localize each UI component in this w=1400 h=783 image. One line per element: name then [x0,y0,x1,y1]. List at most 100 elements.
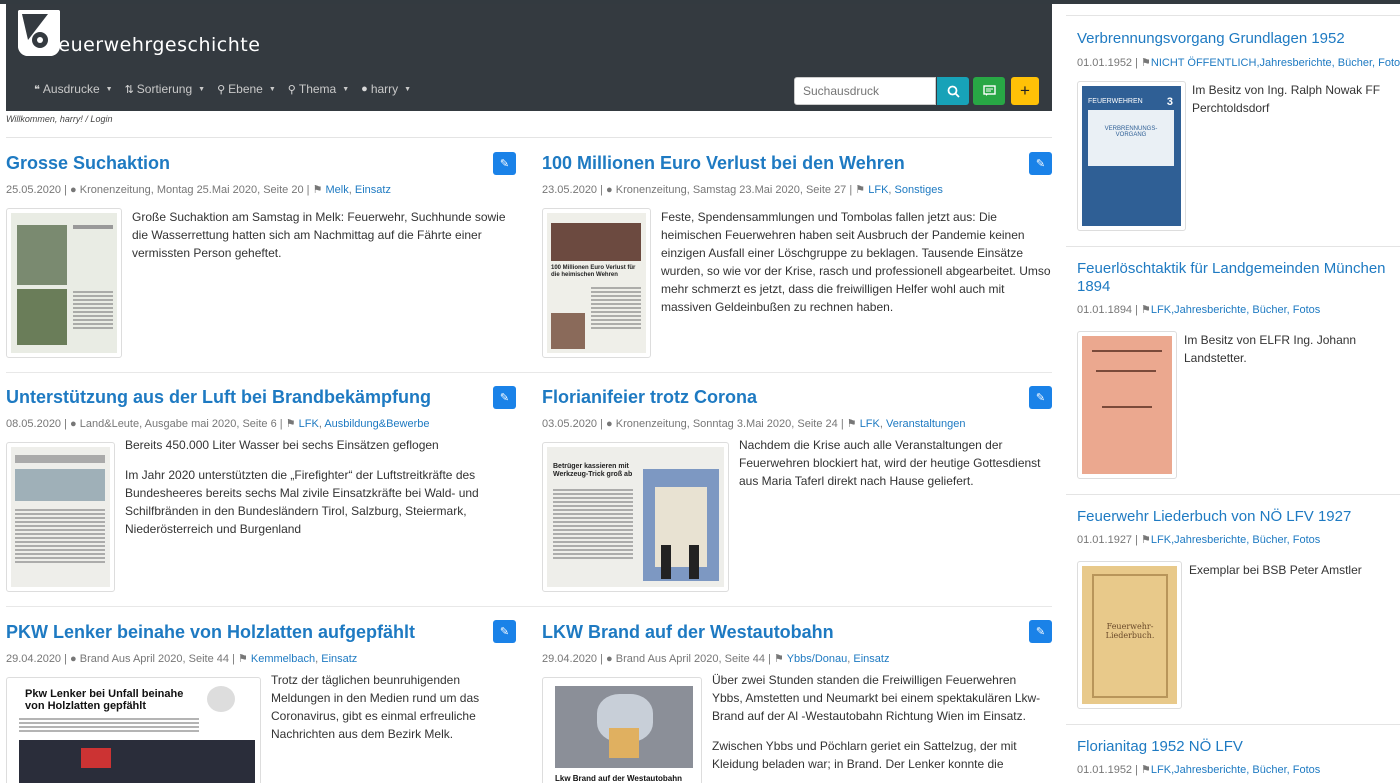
article-card: 100 Millionen Euro Verlust bei den Wehre… [542,153,1052,358]
tag-icon: ⚑ [237,653,248,665]
pencil-icon: ✎ [499,158,510,170]
nav-ebene[interactable]: ⚲ Ebene ▼ [217,82,276,96]
edit-button[interactable]: ✎ [1029,152,1052,175]
sidebar-item-meta: 01.01.1952 | ⚑NICHT ÖFFENTLICH,Jahresber… [1077,56,1400,69]
caret-down-icon: ▼ [198,85,206,93]
article-source: Kronenzeitung, Samstag 23.Mai 2020, Seit… [615,184,847,196]
edit-button[interactable]: ✎ [493,620,516,643]
tag-icon: ⚑ [846,418,857,430]
nav-sortierung[interactable]: ⇅ Sortierung ▼ [125,82,206,96]
article-paragraph: Im Jahr 2020 unterstützten die „Firefigh… [125,468,479,536]
site-logo-text[interactable]: Feuerwehrgeschichte [48,34,260,56]
tag-link[interactable]: Kemmelbach [251,653,315,665]
pencil-icon: ✎ [1035,392,1046,404]
sort-icon: ⇅ [124,83,134,96]
tag-link[interactable]: LFK,Jahresberichte, Bücher, Fotos [1151,534,1320,546]
add-button[interactable]: + [1011,77,1039,105]
thumb-headline: Betrüger kassieren mit Werkzeug-Trick gr… [553,463,633,478]
thumb-headline: Pkw Lenker bei Unfall beinahe von Holzla… [25,688,184,712]
sidebar-item-title[interactable]: Feuerlöschtaktik für Landgemeinden Münch… [1077,260,1393,296]
article-thumbnail[interactable] [6,208,122,358]
article-thumbnail[interactable]: Betrüger kassieren mit Werkzeug-Trick gr… [542,442,729,592]
sidebar-item-thumbnail[interactable]: FEUERWEHREN 3 VERBRENNUNGS-VORGANG [1077,81,1186,231]
search-input[interactable] [794,77,936,105]
article-text: Feste, Spendensammlungen und Tombolas fa… [661,208,1051,358]
article-source: Brand Aus April 2020, Seite 44 [615,653,765,665]
sidebar-item-text: Im Besitz von ELFR Ing. Johann Landstett… [1184,333,1357,365]
tag-icon: ⚑ [1141,764,1151,776]
sidebar-item-title[interactable]: Verbrennungsvorgang Grundlagen 1952 [1077,30,1393,48]
sidebar-item-meta: 01.01.1927 | ⚑LFK,Jahresberichte, Bücher… [1077,534,1321,546]
user-icon: ● [606,418,613,430]
edit-button[interactable]: ✎ [493,386,516,409]
edit-button[interactable]: ✎ [1029,386,1052,409]
article-title[interactable]: PKW Lenker beinahe von Holzlatten aufgep… [6,622,516,643]
sidebar-item-thumbnail[interactable]: Feuerwehr-Liederbuch. [1077,561,1182,709]
nav-label: Sortierung [136,82,193,96]
article-source: Kronenzeitung, Montag 25.Mai 2020, Seite… [79,184,304,196]
pencil-icon: ✎ [499,626,510,638]
search-button[interactable] [937,77,969,105]
sidebar-item-title[interactable]: Feuerwehr Liederbuch von NÖ LFV 1927 [1077,508,1393,526]
sidebar-item-date: 01.01.1894 [1077,304,1133,316]
tag-link[interactable]: LFK,Jahresberichte, Bücher, Fotos [1151,304,1320,316]
article-paragraph: Große Suchaktion am Samstag in Melk: Feu… [132,210,506,260]
tag-link[interactable]: Ausbildung&Bewerbe [324,418,429,430]
tag-link[interactable]: LFK [868,184,888,196]
article-thumbnail[interactable]: 100 Millionen Euro Verlust für die heimi… [542,208,651,358]
article-meta: 29.04.2020 | ● Brand Aus April 2020, Sei… [6,653,358,665]
tag-link[interactable]: Einsatz [355,184,391,196]
user-icon: ● [606,184,613,196]
comment-button[interactable] [973,77,1005,105]
caret-down-icon: ▼ [268,85,276,93]
article-title[interactable]: Unterstützung aus der Luft bei Brandbekä… [6,387,516,408]
article-paragraph: Zwischen Ybbs und Pöchlarn geriet ein Sa… [712,739,1017,771]
tag-link[interactable]: Veranstaltungen [886,418,966,430]
article-card: Florianifeier trotz Corona 03.05.2020 | … [542,387,1052,592]
article-date: 29.04.2020 [542,653,598,665]
tag-icon: ⚑ [773,653,784,665]
nav-user[interactable]: ● harry ▼ [361,82,411,96]
article-meta: 25.05.2020 | ● Kronenzeitung, Montag 25.… [6,184,391,196]
tag-link[interactable]: Einsatz [853,653,889,665]
tag-link[interactable]: LFK [299,418,319,430]
divider [1066,246,1400,247]
edit-button[interactable]: ✎ [493,152,516,175]
cover-text: VERBRENNUNGS-VORGANG [1104,126,1158,138]
sidebar-item-thumbnail[interactable] [1077,331,1177,479]
article-thumbnail[interactable]: Pkw Lenker bei Unfall beinahe von Holzla… [6,677,261,783]
sidebar-item-text: Im Besitz von Ing. Ralph Nowak FF Percht… [1192,83,1381,115]
article-date: 29.04.2020 [6,653,62,665]
nav-label: Thema [298,82,337,96]
article-thumbnail[interactable]: Lkw Brand auf der Westautobahn [542,677,702,783]
article-thumbnail[interactable] [6,442,115,592]
tag-link[interactable]: LFK,Jahresberichte, Bücher, Fotos [1151,764,1320,776]
nav-ausdrucke[interactable]: ❝ Ausdrucke ▼ [34,82,113,96]
divider [6,606,1052,607]
thumb-caption: Lkw Brand auf der Westautobahn [555,774,682,783]
tag-link[interactable]: Sonstiges [895,184,943,196]
article-title[interactable]: LKW Brand auf der Westautobahn [542,622,1052,643]
article-title[interactable]: Florianifeier trotz Corona [542,387,1052,408]
tag-link[interactable]: Ybbs/Donau [787,653,848,665]
cover-text: 3 [1166,96,1173,108]
article-card: Grosse Suchaktion 25.05.2020 | ● Kronenz… [6,153,516,358]
article-paragraph: Feste, Spendensammlungen und Tombolas fa… [661,210,1051,314]
tag-link[interactable]: Einsatz [321,653,357,665]
tag-link[interactable]: LFK [860,418,880,430]
tag-link[interactable]: NICHT ÖFFENTLICH,Jahresberichte, Bücher,… [1151,57,1400,69]
nav-thema[interactable]: ⚲ Thema ▼ [288,82,349,96]
sidebar-item-title[interactable]: Florianitag 1952 NÖ LFV [1077,738,1393,756]
article-title[interactable]: Grosse Suchaktion [6,153,516,174]
article-meta: 08.05.2020 | ● Land&Leute, Ausgabe mai 2… [6,418,430,430]
user-icon: ● [70,418,77,430]
article-title[interactable]: 100 Millionen Euro Verlust bei den Wehre… [542,153,1052,174]
tag-link[interactable]: Melk [326,184,349,196]
article-text: Große Suchaktion am Samstag in Melk: Feu… [132,208,516,358]
edit-button[interactable]: ✎ [1029,620,1052,643]
welcome-text[interactable]: Willkommen, harry! / Login [6,114,112,124]
article-text: Über zwei Stunden standen die Freiwillig… [712,671,1046,783]
tag-icon: ⚑ [312,184,323,196]
user-icon: ● [70,184,77,196]
user-icon: ● [361,83,368,95]
